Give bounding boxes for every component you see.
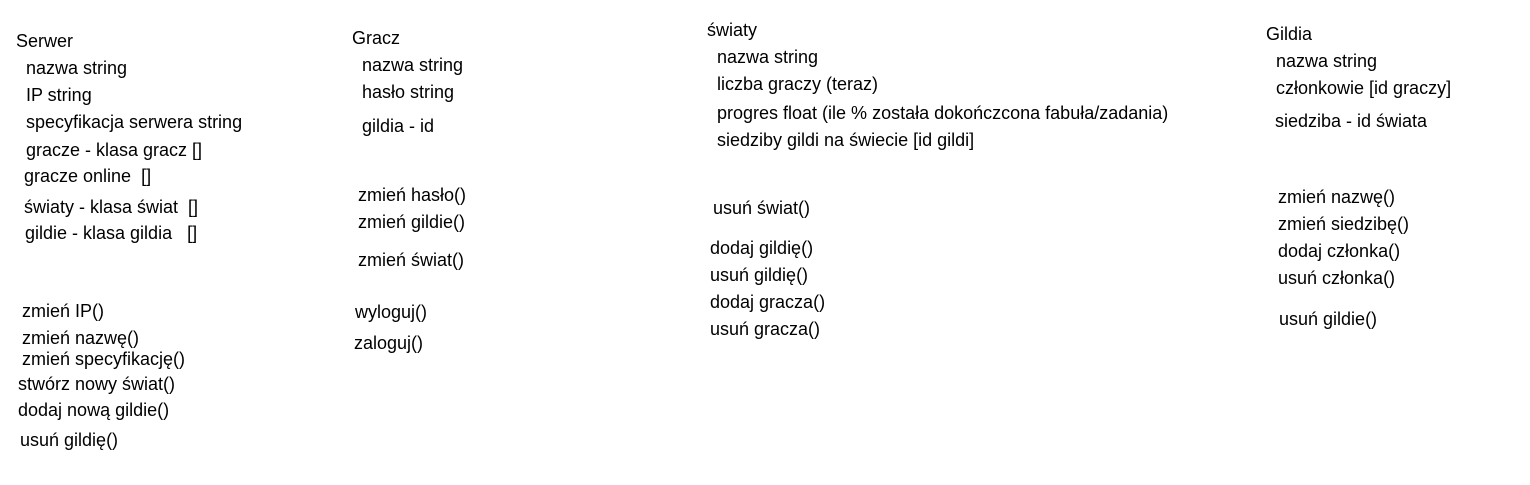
field-item: progres float (ile % została dokończcona… xyxy=(717,103,1169,123)
field-item: specyfikacja serwera string xyxy=(26,112,243,132)
method-item: usuń gildię() xyxy=(710,265,809,285)
field-item: nazwa string xyxy=(362,55,464,75)
method-item: usuń świat() xyxy=(713,198,811,218)
field-item: IP string xyxy=(26,85,92,105)
method-item: zmień specyfikację() xyxy=(22,349,186,369)
field-item: liczba graczy (teraz) xyxy=(717,74,879,94)
field-item: nazwa string xyxy=(26,58,128,78)
field-item: gracze online [] xyxy=(24,166,152,186)
method-item: dodaj gracza() xyxy=(710,292,826,312)
method-item: usuń członka() xyxy=(1278,268,1396,288)
method-item: stwórz nowy świat() xyxy=(18,374,176,394)
field-item: gracze - klasa gracz [] xyxy=(26,140,203,160)
method-item: dodaj gildię() xyxy=(710,238,814,258)
method-item: usuń gildie() xyxy=(1279,309,1378,329)
field-item: siedziba - id świata xyxy=(1275,111,1428,131)
field-item: hasło string xyxy=(362,82,455,102)
method-item: zmień świat() xyxy=(358,250,465,270)
method-item: zmień siedzibę() xyxy=(1278,214,1410,234)
method-item: usuń gildię() xyxy=(20,430,119,450)
class-title-gracz: Gracz xyxy=(352,28,401,48)
method-item: zaloguj() xyxy=(354,333,424,353)
field-item: nazwa string xyxy=(1276,51,1378,71)
field-item: siedziby gildi na świecie [id gildi] xyxy=(717,130,975,150)
field-item: nazwa string xyxy=(717,47,819,67)
method-item: dodaj członka() xyxy=(1278,241,1401,261)
method-item: zmień gildie() xyxy=(358,212,466,232)
method-item: wyloguj() xyxy=(355,302,428,322)
method-item: dodaj nową gildie() xyxy=(18,400,170,420)
method-item: zmień nazwę() xyxy=(1278,187,1396,207)
field-item: gildie - klasa gildia [] xyxy=(25,223,198,243)
method-item: usuń gracza() xyxy=(710,319,821,339)
method-item: zmień IP() xyxy=(22,301,105,321)
class-title-swiaty: światy xyxy=(707,20,758,40)
method-item: zmień hasło() xyxy=(358,185,467,205)
class-title-serwer: Serwer xyxy=(16,31,74,51)
class-title-gildia: Gildia xyxy=(1266,24,1313,44)
field-item: gildia - id xyxy=(362,116,435,136)
field-item: światy - klasa świat [] xyxy=(24,197,199,217)
field-item: członkowie [id graczy] xyxy=(1276,78,1452,98)
method-item: zmień nazwę() xyxy=(22,328,140,348)
